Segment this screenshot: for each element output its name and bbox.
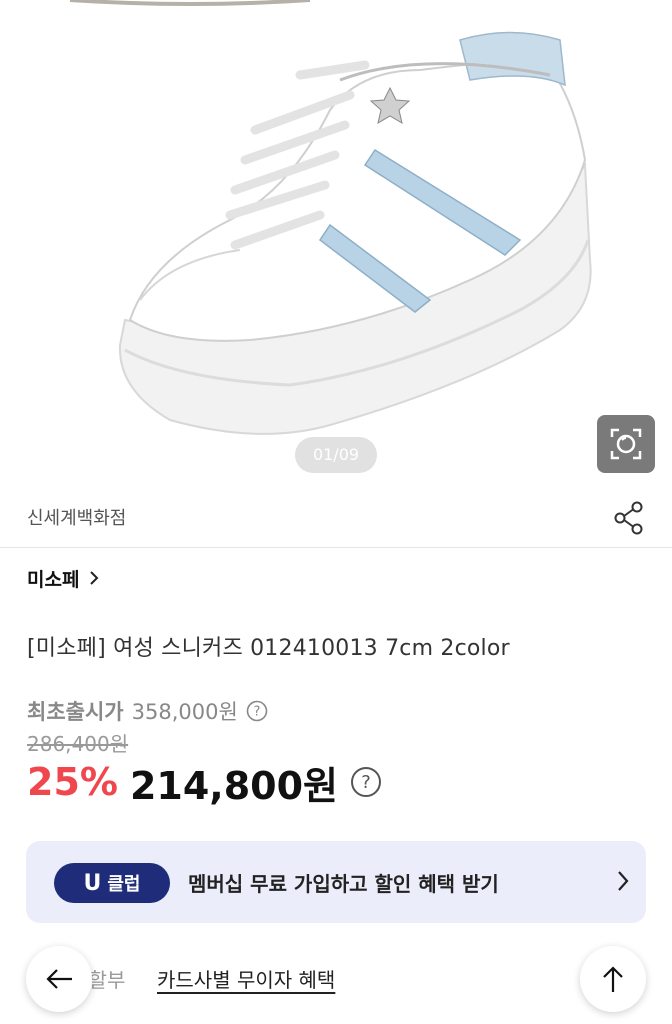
svg-text:?: ? — [253, 705, 260, 720]
discount-rate: 25% — [27, 760, 118, 804]
original-price-label: 최초출시가 — [27, 700, 124, 724]
svg-text:?: ? — [361, 772, 371, 793]
chevron-right-icon — [90, 571, 99, 585]
camera-search-icon — [610, 428, 642, 460]
uclub-banner[interactable]: U 클럽 멤버십 무료 가입하고 할인 혜택 받기 — [26, 841, 646, 923]
camera-search-button[interactable] — [597, 415, 655, 473]
original-price-row: 최초출시가 358,000원 ? — [27, 696, 268, 726]
question-circle-icon[interactable]: ? — [246, 700, 268, 722]
sneaker-image — [69, 0, 592, 435]
uclub-text: 멤버십 무료 가입하고 할인 혜택 받기 — [188, 872, 499, 896]
installment-row: 무이자 할부 카드사별 무이자 혜택 — [0, 946, 672, 1016]
strike-price: 286,400원 — [27, 732, 129, 756]
arrow-left-icon — [46, 969, 72, 989]
uclub-badge-u: U — [83, 870, 102, 896]
uclub-badge-text: 클럽 — [107, 874, 141, 895]
card-benefit-link[interactable]: 카드사별 무이자 혜택 — [157, 964, 335, 993]
store-row: 신세계백화점 — [0, 488, 672, 548]
share-button[interactable] — [612, 500, 646, 536]
image-counter: 01/09 — [295, 437, 377, 473]
brand-link[interactable]: 미소페 — [27, 564, 99, 592]
product-title: [미소페] 여성 스니커즈 012410013 7cm 2color — [27, 636, 510, 661]
sale-price: 214,800원 — [129, 763, 339, 808]
store-name: 신세계백화점 — [27, 508, 127, 529]
back-button[interactable] — [26, 946, 92, 1012]
brand-name: 미소페 — [27, 568, 80, 591]
original-price: 358,000원 — [131, 700, 238, 724]
arrow-up-icon — [603, 966, 623, 992]
product-image-gallery[interactable]: 01/09 — [0, 0, 672, 488]
scroll-top-button[interactable] — [580, 946, 646, 1012]
sale-price-row: 25% 214,800원 ? — [27, 756, 382, 808]
share-icon — [614, 501, 643, 535]
chevron-right-icon — [618, 871, 629, 891]
question-circle-icon[interactable]: ? — [350, 766, 382, 798]
uclub-badge: U 클럽 — [54, 863, 170, 903]
